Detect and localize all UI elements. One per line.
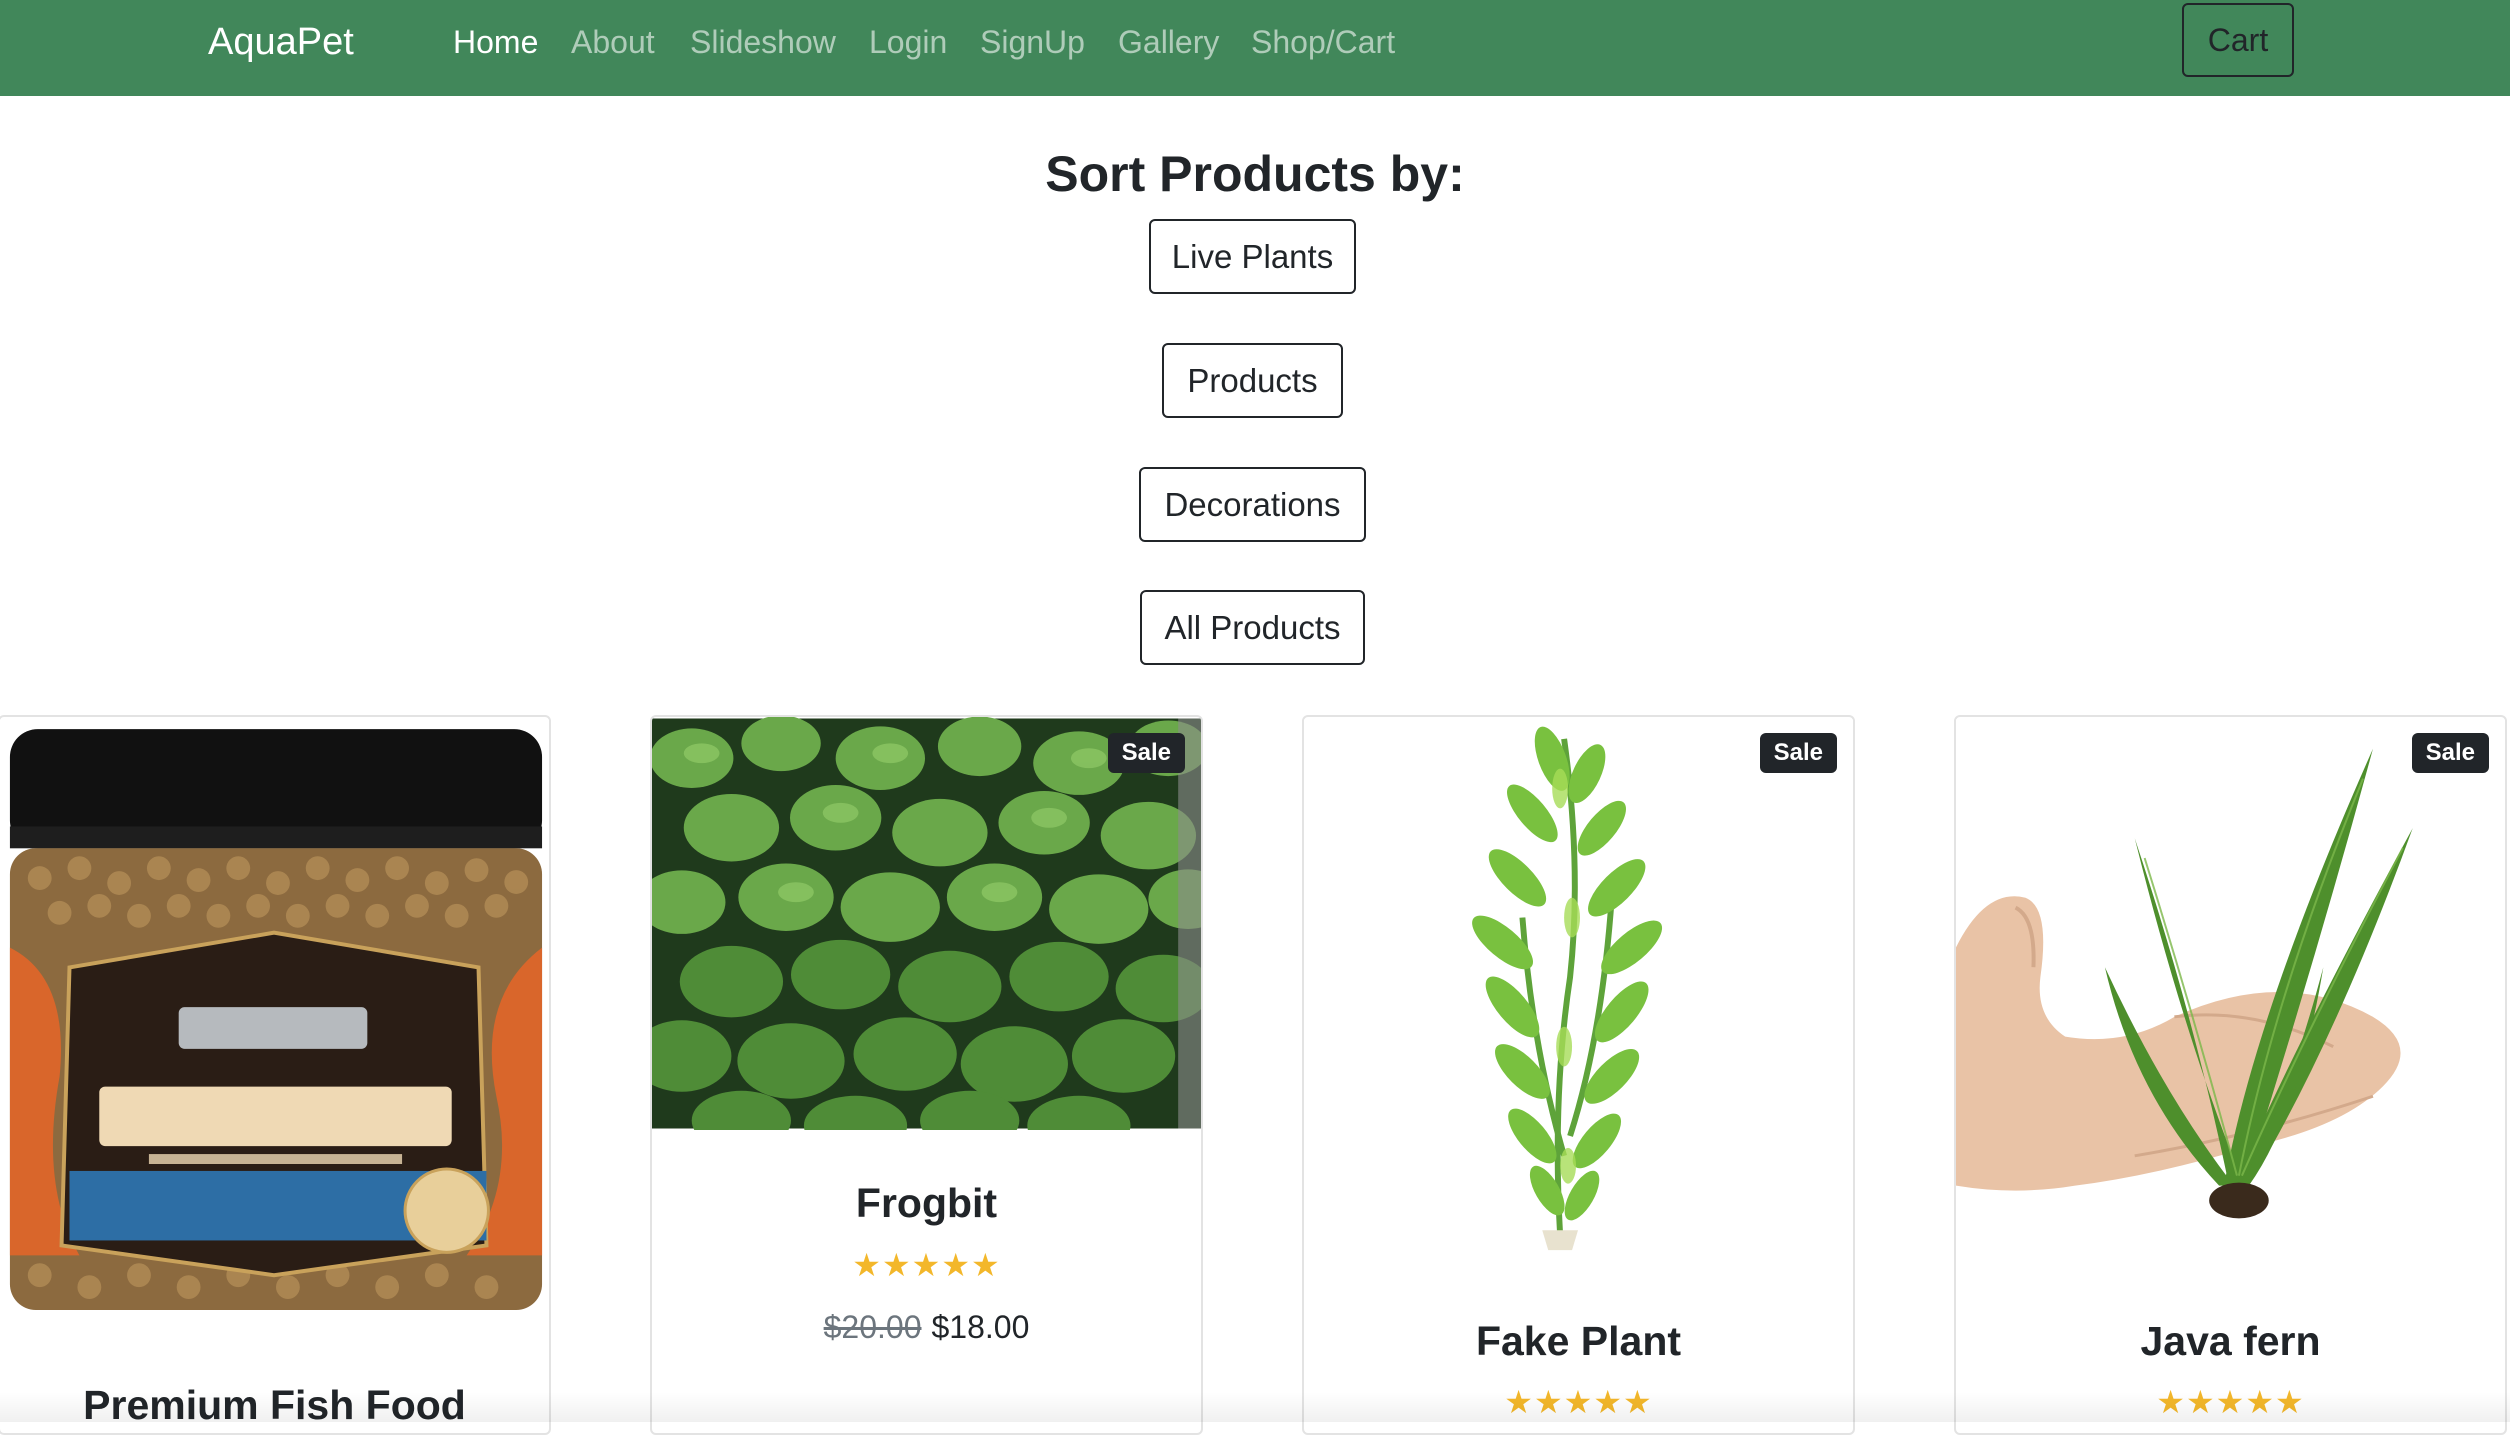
old-price: $20.00 — [824, 1309, 922, 1345]
nav-link-gallery[interactable]: Gallery — [1118, 21, 1219, 63]
navbar: AquaPet Home About Slideshow Login SignU… — [0, 0, 2510, 96]
sort-live-plants-button[interactable]: Live Plants — [1149, 219, 1356, 294]
goldfish-food-jar-image — [0, 717, 549, 1337]
star-rating-icon: ★★★★★ — [652, 1248, 1201, 1282]
product-card-frogbit[interactable]: Sale Frogbit ★★★★★ $20.00 $18.00 — [650, 715, 1203, 1435]
product-name[interactable]: Java fern — [1956, 1315, 2505, 1367]
sort-products-button[interactable]: Products — [1162, 343, 1343, 418]
fake-plant-image — [1304, 717, 1853, 1277]
nav-link-shop-cart[interactable]: Shop/Cart — [1251, 21, 1395, 63]
brand-logo-link[interactable]: AquaPet — [208, 18, 354, 66]
nav-link-slideshow[interactable]: Slideshow — [690, 21, 836, 63]
sale-price: $18.00 — [932, 1309, 1030, 1345]
product-card-premium-fish-food[interactable]: Premium Fish Food — [0, 715, 551, 1435]
nav-link-login[interactable]: Login — [869, 21, 947, 63]
sale-badge: Sale — [2412, 733, 2489, 773]
cart-button[interactable]: Cart — [2182, 3, 2294, 77]
java-fern-image — [1956, 717, 2505, 1270]
product-name[interactable]: Frogbit — [652, 1177, 1201, 1229]
product-card-java-fern[interactable]: Sale Java fern ★★★★★ — [1954, 715, 2507, 1435]
sort-decorations-button[interactable]: Decorations — [1139, 467, 1366, 542]
sort-all-products-button[interactable]: All Products — [1140, 590, 1365, 665]
product-card-fake-plant[interactable]: Sale Fake Plant ★★★★★ — [1302, 715, 1855, 1435]
frogbit-plants-image — [652, 717, 1201, 1130]
nav-link-home[interactable]: Home — [453, 21, 538, 63]
price-row: $20.00 $18.00 — [652, 1307, 1201, 1347]
nav-link-signup[interactable]: SignUp — [980, 21, 1085, 63]
scroll-fade — [0, 1392, 2510, 1422]
product-name[interactable]: Fake Plant — [1304, 1315, 1853, 1367]
sale-badge: Sale — [1108, 733, 1185, 773]
nav-link-about[interactable]: About — [571, 21, 655, 63]
sort-title: Sort Products by: — [0, 142, 2510, 206]
sale-badge: Sale — [1760, 733, 1837, 773]
